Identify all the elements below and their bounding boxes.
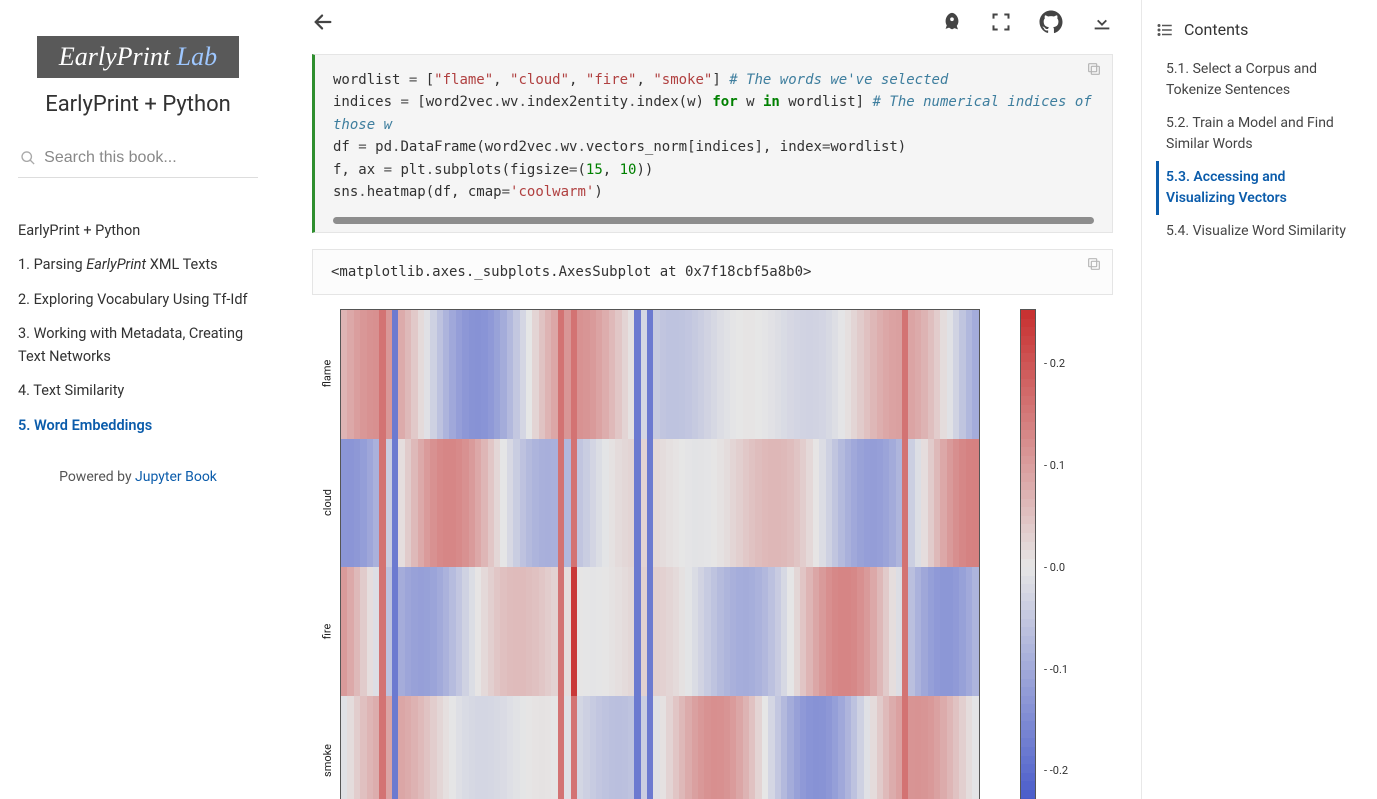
search-box[interactable] bbox=[18, 143, 258, 178]
nav-item[interactable]: 4. Text Similarity bbox=[18, 374, 258, 408]
nav-item[interactable]: 1. Parsing EarlyPrint XML Texts bbox=[18, 248, 258, 282]
code-cell: wordlist = ["flame", "cloud", "fire", "s… bbox=[312, 54, 1113, 233]
site-logo[interactable]: EarlyPrint Lab bbox=[18, 36, 258, 78]
powered-by: Powered by Jupyter Book bbox=[18, 469, 258, 485]
sidebar-right: Contents 5.1. Select a Corpus and Tokeni… bbox=[1141, 0, 1377, 799]
nav-item[interactable]: 3. Working with Metadata, Creating Text … bbox=[18, 317, 258, 374]
nav-item[interactable]: EarlyPrint + Python bbox=[18, 214, 258, 248]
code-lines: wordlist = ["flame", "cloud", "fire", "s… bbox=[333, 69, 1094, 203]
rocket-icon[interactable] bbox=[941, 11, 963, 37]
toc-header: Contents bbox=[1156, 20, 1361, 39]
toc-item[interactable]: 5.2. Train a Model and Find Similar Word… bbox=[1156, 107, 1361, 161]
nav-left: EarlyPrint + Python1. Parsing EarlyPrint… bbox=[18, 214, 258, 443]
sidebar-left: EarlyPrint Lab EarlyPrint + Python Early… bbox=[0, 0, 276, 799]
copy-icon[interactable] bbox=[1086, 256, 1106, 276]
back-icon[interactable] bbox=[312, 11, 334, 37]
download-icon[interactable] bbox=[1091, 11, 1113, 37]
toc-list: 5.1. Select a Corpus and Tokenize Senten… bbox=[1156, 53, 1361, 248]
horizontal-scrollbar[interactable] bbox=[333, 217, 1094, 224]
copy-icon[interactable] bbox=[1086, 61, 1106, 81]
toc-item[interactable]: 5.4. Visualize Word Similarity bbox=[1156, 215, 1361, 248]
topbar bbox=[312, 0, 1113, 54]
colorbar: - 0.2- 0.1- 0.0- -0.1- -0.2 bbox=[1020, 309, 1068, 799]
y-axis-labels: flamecloudfiresmoke bbox=[318, 309, 340, 799]
heatmap-grid bbox=[340, 309, 980, 799]
output-cell: <matplotlib.axes._subplots.AxesSubplot a… bbox=[312, 249, 1113, 295]
search-icon bbox=[20, 149, 36, 167]
main-content: wordlist = ["flame", "cloud", "fire", "s… bbox=[276, 0, 1141, 799]
list-icon bbox=[1156, 21, 1174, 39]
toc-item[interactable]: 5.1. Select a Corpus and Tokenize Senten… bbox=[1156, 53, 1361, 107]
output-text: <matplotlib.axes._subplots.AxesSubplot a… bbox=[331, 264, 811, 280]
jupyter-book-link[interactable]: Jupyter Book bbox=[135, 469, 217, 485]
nav-item[interactable]: 2. Exploring Vocabulary Using Tf-Idf bbox=[18, 283, 258, 317]
nav-item[interactable]: 5. Word Embeddings bbox=[18, 409, 258, 443]
search-input[interactable] bbox=[44, 149, 256, 167]
site-title: EarlyPrint + Python bbox=[18, 92, 258, 117]
heatmap-plot: flamecloudfiresmoke 02468101214161820222… bbox=[312, 303, 1113, 799]
github-icon[interactable] bbox=[1039, 10, 1063, 38]
fullscreen-icon[interactable] bbox=[991, 12, 1011, 36]
toc-item[interactable]: 5.3. Accessing and Visualizing Vectors bbox=[1156, 161, 1361, 215]
colorbar-ticks: - 0.2- 0.1- 0.0- -0.1- -0.2 bbox=[1044, 309, 1068, 799]
